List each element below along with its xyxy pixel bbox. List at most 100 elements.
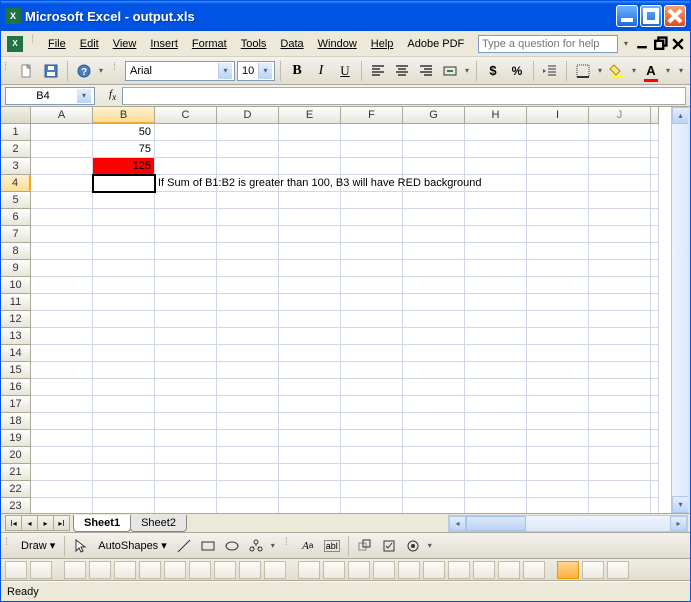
cell-H19[interactable] bbox=[465, 430, 527, 447]
align-left-button[interactable] bbox=[367, 60, 389, 82]
cell-J2[interactable] bbox=[589, 141, 651, 158]
cell-I14[interactable] bbox=[527, 345, 589, 362]
row-header-2[interactable]: 2 bbox=[1, 141, 31, 158]
cell-B17[interactable] bbox=[93, 396, 155, 413]
menu-data[interactable]: Data bbox=[273, 36, 310, 52]
font-color-button[interactable]: A bbox=[640, 60, 662, 82]
cell-E20[interactable] bbox=[279, 447, 341, 464]
checkbox-button[interactable] bbox=[378, 535, 400, 557]
cell-G17[interactable] bbox=[403, 396, 465, 413]
cell-C15[interactable] bbox=[155, 362, 217, 379]
minimize-button[interactable] bbox=[616, 5, 638, 27]
cell-A2[interactable] bbox=[31, 141, 93, 158]
fill-color-dropdown[interactable] bbox=[630, 66, 638, 75]
cell-I23[interactable] bbox=[527, 498, 589, 513]
cell-I5[interactable] bbox=[527, 192, 589, 209]
menu-format[interactable]: Format bbox=[185, 36, 234, 52]
row-header-23[interactable]: 23 bbox=[1, 498, 31, 513]
font-name-combo[interactable]: Arial bbox=[125, 61, 235, 81]
help-button[interactable]: ? bbox=[73, 60, 95, 82]
cell-F23[interactable] bbox=[341, 498, 403, 513]
cell-C5[interactable] bbox=[155, 192, 217, 209]
cell-D20[interactable] bbox=[217, 447, 279, 464]
cell-D23[interactable] bbox=[217, 498, 279, 513]
cell-D17[interactable] bbox=[217, 396, 279, 413]
vertical-scrollbar[interactable] bbox=[671, 107, 688, 513]
cell-J4[interactable] bbox=[589, 175, 651, 192]
cell-I18[interactable] bbox=[527, 413, 589, 430]
cell-A21[interactable] bbox=[31, 464, 93, 481]
cell-B14[interactable] bbox=[93, 345, 155, 362]
cell-A13[interactable] bbox=[31, 328, 93, 345]
insert-diagram-button[interactable] bbox=[245, 535, 267, 557]
drawing-options-dropdown[interactable] bbox=[269, 541, 277, 550]
cell-C12[interactable] bbox=[155, 311, 217, 328]
cell-I22[interactable] bbox=[527, 481, 589, 498]
cell-C17[interactable] bbox=[155, 396, 217, 413]
cell-D8[interactable] bbox=[217, 243, 279, 260]
cell-J10[interactable] bbox=[589, 277, 651, 294]
cell-E11[interactable] bbox=[279, 294, 341, 311]
cell-H17[interactable] bbox=[465, 396, 527, 413]
cell-F12[interactable] bbox=[341, 311, 403, 328]
cell-J14[interactable] bbox=[589, 345, 651, 362]
cell-G7[interactable] bbox=[403, 226, 465, 243]
cell-J18[interactable] bbox=[589, 413, 651, 430]
cell-A12[interactable] bbox=[31, 311, 93, 328]
cell-F8[interactable] bbox=[341, 243, 403, 260]
cell-A16[interactable] bbox=[31, 379, 93, 396]
cell-J20[interactable] bbox=[589, 447, 651, 464]
cell-B4[interactable] bbox=[93, 175, 155, 192]
toolbar-button-highlighted[interactable] bbox=[557, 561, 579, 579]
row-header-7[interactable]: 7 bbox=[1, 226, 31, 243]
cell-H18[interactable] bbox=[465, 413, 527, 430]
cell-B13[interactable] bbox=[93, 328, 155, 345]
toolbar-button[interactable] bbox=[239, 561, 261, 579]
grip-icon[interactable] bbox=[31, 34, 37, 54]
cell-E9[interactable] bbox=[279, 260, 341, 277]
tab-last-button[interactable]: ▸I bbox=[53, 515, 70, 531]
scrollbar-thumb[interactable] bbox=[466, 516, 526, 531]
row-header-20[interactable]: 20 bbox=[1, 447, 31, 464]
cell-G14[interactable] bbox=[403, 345, 465, 362]
cell-E5[interactable] bbox=[279, 192, 341, 209]
cell-J6[interactable] bbox=[589, 209, 651, 226]
cell-H9[interactable] bbox=[465, 260, 527, 277]
align-right-button[interactable] bbox=[415, 60, 437, 82]
line-button[interactable] bbox=[173, 535, 195, 557]
cell-A19[interactable] bbox=[31, 430, 93, 447]
cell-C11[interactable] bbox=[155, 294, 217, 311]
rectangle-button[interactable] bbox=[197, 535, 219, 557]
cell-C6[interactable] bbox=[155, 209, 217, 226]
row-header-6[interactable]: 6 bbox=[1, 209, 31, 226]
cell-B23[interactable] bbox=[93, 498, 155, 513]
scroll-right-button[interactable]: ▸ bbox=[670, 516, 687, 531]
row-header-8[interactable]: 8 bbox=[1, 243, 31, 260]
cell-I17[interactable] bbox=[527, 396, 589, 413]
cell-C10[interactable] bbox=[155, 277, 217, 294]
close-button[interactable] bbox=[664, 5, 686, 27]
cell-J3[interactable] bbox=[589, 158, 651, 175]
cell-B22[interactable] bbox=[93, 481, 155, 498]
cell-D14[interactable] bbox=[217, 345, 279, 362]
toolbar-button[interactable] bbox=[164, 561, 186, 579]
cell-E15[interactable] bbox=[279, 362, 341, 379]
row-header-21[interactable]: 21 bbox=[1, 464, 31, 481]
row-header-16[interactable]: 16 bbox=[1, 379, 31, 396]
cell-C4[interactable]: If Sum of B1:B2 is greater than 100, B3 … bbox=[155, 175, 217, 192]
formula-bar[interactable] bbox=[122, 87, 686, 105]
cell-E3[interactable] bbox=[279, 158, 341, 175]
cell-H6[interactable] bbox=[465, 209, 527, 226]
row-header-1[interactable]: 1 bbox=[1, 124, 31, 141]
toolbar-button[interactable] bbox=[523, 561, 545, 579]
toolbar-button[interactable] bbox=[498, 561, 520, 579]
cell-H14[interactable] bbox=[465, 345, 527, 362]
row-header-11[interactable]: 11 bbox=[1, 294, 31, 311]
cell-G19[interactable] bbox=[403, 430, 465, 447]
cell-E18[interactable] bbox=[279, 413, 341, 430]
cell-D10[interactable] bbox=[217, 277, 279, 294]
cell-F3[interactable] bbox=[341, 158, 403, 175]
cell-H22[interactable] bbox=[465, 481, 527, 498]
cell-F1[interactable] bbox=[341, 124, 403, 141]
cell-C20[interactable] bbox=[155, 447, 217, 464]
